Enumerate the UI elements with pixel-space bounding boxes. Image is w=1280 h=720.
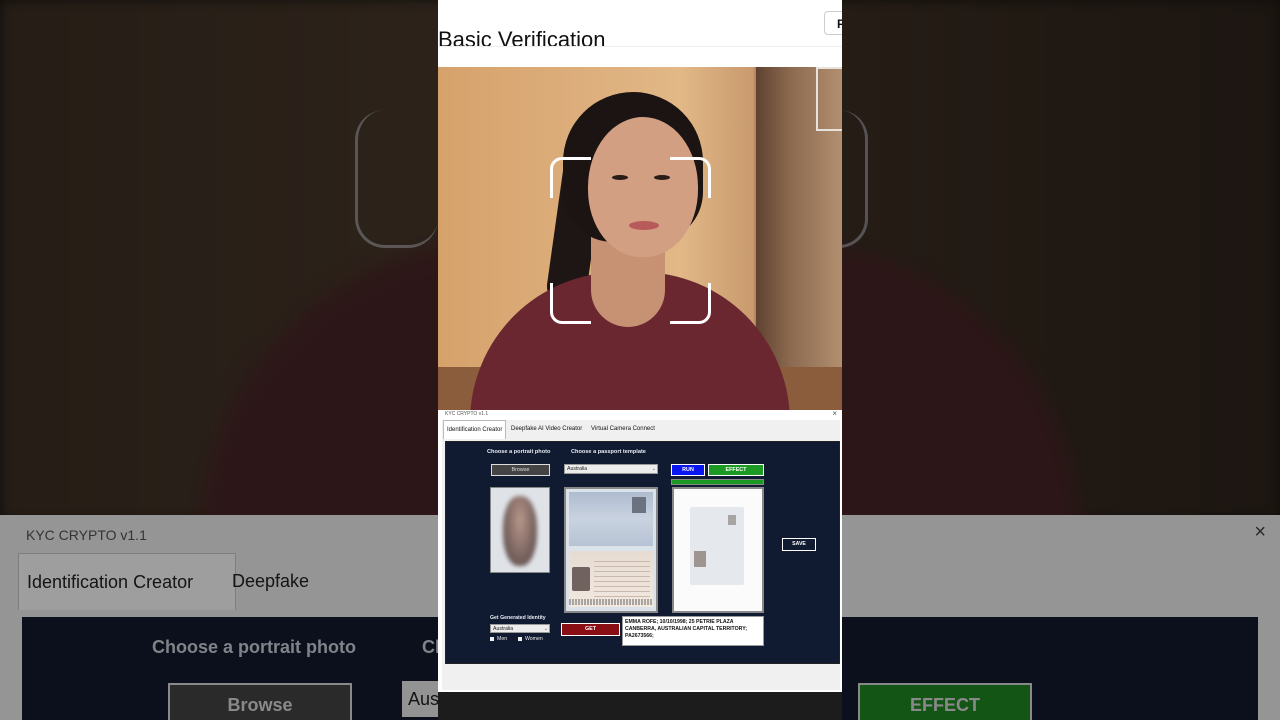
passport-template-select[interactable]: Australia ⌄: [564, 464, 658, 474]
tab-identification-creator[interactable]: Identification Creator: [443, 420, 507, 439]
template-country-value: Australia: [567, 466, 588, 472]
kyc-app-window: KYC CRYPTO v1.1 × Identification Creator…: [442, 409, 840, 690]
page-title: Basic Verification: [438, 26, 606, 52]
run-button[interactable]: RUN: [671, 464, 705, 476]
progress-fill: [672, 480, 763, 484]
progress-bar: [671, 479, 764, 485]
cam-eye-left: [612, 175, 628, 180]
save-button[interactable]: SAVE: [782, 538, 816, 551]
portrait-label: Choose a portrait photo: [487, 449, 551, 455]
passport-text-lines: [594, 561, 650, 601]
passport-mrz: [569, 599, 653, 605]
camera-feed: [438, 67, 842, 410]
checkbox-icon: [518, 636, 522, 641]
tab-deepfake-video[interactable]: Deepfake AI Video Creator: [508, 420, 585, 438]
window-title: KYC CRYPTO v1.1: [445, 411, 489, 417]
cam-eye-right: [654, 175, 670, 180]
effect-button[interactable]: EFFECT: [708, 464, 764, 476]
verification-view: Basic Verification F KYC CRYPTO v1.1 × I…: [438, 0, 842, 720]
men-checkbox[interactable]: Men: [490, 636, 507, 642]
face-frame-corner-icon: [550, 157, 591, 198]
identity-output[interactable]: EMMA ROFE; 10/10/1998; 25 PETRIE PLAZA C…: [622, 616, 764, 646]
identification-panel: Choose a portrait photo Choose a passpor…: [445, 441, 840, 664]
close-icon[interactable]: ×: [832, 409, 837, 419]
checkbox-icon: [490, 636, 494, 641]
top-right-button[interactable]: F: [824, 11, 842, 35]
face-frame-corner-icon: [670, 157, 711, 198]
generated-identity-label: Get Generated Identity: [490, 615, 546, 621]
cam-door-edge: [816, 67, 842, 131]
window-titlebar: KYC CRYPTO v1.1 ×: [442, 409, 840, 420]
generated-document-preview: [672, 487, 764, 613]
women-checkbox[interactable]: Women: [518, 636, 543, 642]
portrait-preview[interactable]: [490, 487, 550, 573]
face-frame-corner-icon: [670, 283, 711, 324]
passport-label: Choose a passport template: [571, 449, 646, 455]
bottom-bar: [438, 692, 842, 720]
generated-photo: [694, 551, 706, 567]
face-frame-corner-icon: [550, 283, 591, 324]
passport-photo-small: [632, 497, 646, 513]
men-label: Men: [497, 636, 508, 642]
cam-lips: [629, 221, 659, 230]
women-label: Women: [525, 636, 543, 642]
generated-photo-small: [728, 515, 736, 525]
portrait-face: [503, 496, 537, 566]
get-identity-button[interactable]: GET: [561, 623, 620, 636]
tab-virtual-camera[interactable]: Virtual Camera Connect: [588, 420, 658, 438]
browse-button[interactable]: Browse: [491, 464, 550, 476]
identity-country-value: Australia: [493, 626, 514, 632]
dropdown-arrow-icon: ⌄: [543, 626, 548, 632]
passport-template-preview[interactable]: [564, 487, 658, 613]
passport-photo: [572, 567, 590, 591]
title-divider: [438, 46, 842, 47]
dropdown-arrow-icon: ⌄: [651, 466, 656, 472]
identity-country-select[interactable]: Australia ⌄: [490, 624, 550, 633]
